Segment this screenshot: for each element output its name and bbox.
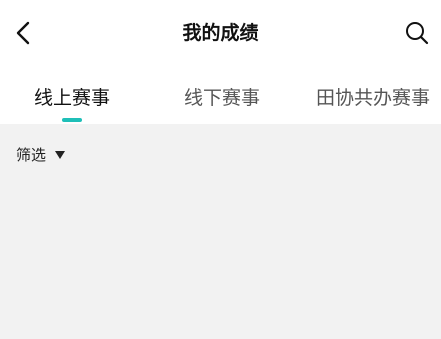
tab-co-organized-events[interactable]: 田协共办赛事	[316, 86, 430, 110]
page-title: 我的成绩	[182, 22, 259, 44]
filter-label: 筛选	[16, 146, 47, 164]
app: 我的成绩 线上赛事 线下赛事 田协共办赛事 筛选	[0, 0, 441, 339]
tab-offline-events[interactable]: 线下赛事	[184, 86, 260, 110]
navbar: 我的成绩	[0, 0, 441, 68]
search-icon	[406, 22, 429, 45]
header: 我的成绩 线上赛事 线下赛事 田协共办赛事	[0, 0, 441, 124]
filter-dropdown[interactable]: 筛选	[16, 145, 66, 165]
tab-online-events[interactable]: 线上赛事	[34, 86, 110, 110]
tab-bar: 线上赛事 线下赛事 田协共办赛事	[0, 80, 441, 124]
search-button[interactable]	[403, 19, 431, 47]
active-tab-indicator	[62, 118, 82, 122]
caret-down-icon	[55, 151, 66, 159]
